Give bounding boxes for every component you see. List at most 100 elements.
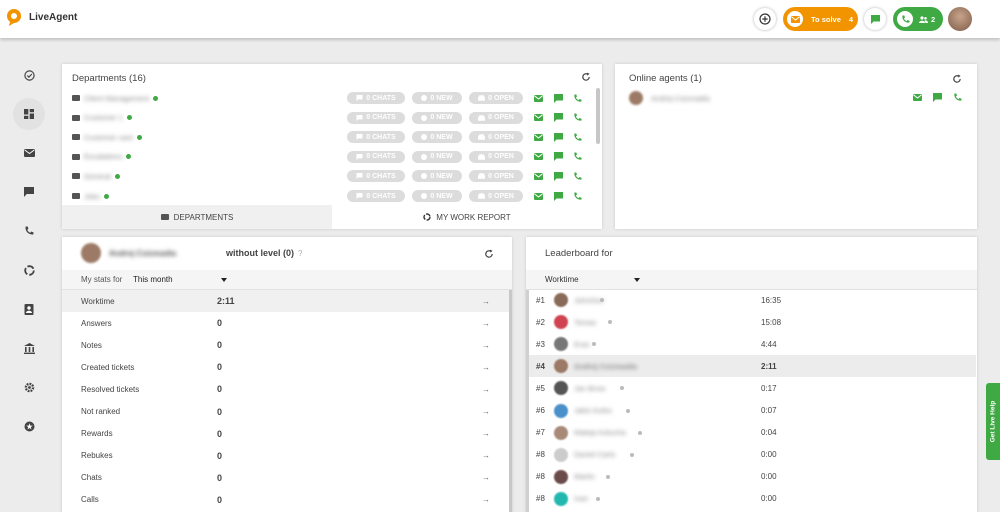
leaderboard-row[interactable]: #8 Daniel Carlo 0:00	[526, 444, 976, 466]
stat-row[interactable]: Created tickets 0 →	[62, 356, 509, 378]
phone-icon[interactable]	[573, 192, 582, 201]
leaderboard-row[interactable]: #4 Andrej Csizmadia 2:11	[526, 355, 976, 378]
status-dot	[626, 408, 630, 413]
departments-scrollbar[interactable]	[596, 88, 600, 144]
arrow-right-icon[interactable]: →	[482, 429, 490, 438]
leaderboard-row[interactable]: #8 Martin 0:00	[526, 466, 976, 488]
stat-row[interactable]: Worktime 2:11 →	[62, 290, 509, 312]
arrow-right-icon[interactable]: →	[482, 473, 490, 482]
arrow-right-icon[interactable]: →	[482, 341, 490, 350]
sidebar-item-contacts[interactable]	[13, 293, 45, 325]
stat-row[interactable]: Not ranked 0 →	[62, 401, 509, 423]
sidebar-item-dashboard[interactable]	[13, 98, 45, 130]
sidebar-item-tickets[interactable]	[13, 137, 45, 169]
phone-icon[interactable]	[573, 113, 582, 122]
chat-icon[interactable]	[554, 171, 563, 181]
phone-icon[interactable]	[573, 172, 582, 181]
refresh-icon[interactable]	[952, 74, 962, 84]
mail-icon[interactable]	[534, 114, 543, 122]
phone-icon[interactable]	[573, 94, 582, 103]
mail-icon[interactable]	[534, 94, 543, 102]
leaderboard-row[interactable]: #8 Ivan 0:00	[526, 488, 976, 510]
phone-icon[interactable]	[573, 152, 582, 161]
leaderboard-scrollbar[interactable]	[526, 290, 529, 512]
arrow-right-icon[interactable]: →	[482, 319, 490, 328]
new-pill[interactable]: 0 NEW	[412, 92, 462, 104]
sidebar-item-reports[interactable]	[13, 254, 45, 286]
leaderboard-row[interactable]: #5 Jan Brow 0:17	[526, 377, 976, 399]
mail-icon[interactable]	[534, 133, 543, 141]
chat-icon[interactable]	[554, 191, 563, 201]
tab-my-work-report[interactable]: MY WORK REPORT	[332, 205, 602, 229]
new-pill[interactable]: 0 NEW	[412, 111, 462, 124]
leaderboard-row[interactable]: #3 Eran 4:44	[526, 333, 976, 355]
sidebar-item-status[interactable]	[13, 59, 45, 91]
leaderboard-row[interactable]: #1 JohnDoe 16:35	[526, 289, 976, 311]
chat-icon[interactable]	[933, 93, 942, 102]
level-help-icon[interactable]: ?	[298, 249, 302, 258]
new-item-button[interactable]	[754, 8, 776, 30]
chats-pill[interactable]: 0 CHATS	[347, 92, 405, 104]
arrow-right-icon[interactable]: →	[482, 385, 490, 394]
new-pill[interactable]: 0 NEW	[412, 150, 462, 163]
stat-row[interactable]: Answers 0 →	[62, 312, 509, 334]
refresh-icon[interactable]	[581, 72, 591, 82]
new-pill[interactable]: 0 NEW	[412, 170, 462, 183]
open-pill[interactable]: 0 OPEN	[469, 170, 523, 183]
open-pill[interactable]: 0 OPEN	[469, 150, 523, 163]
chats-pill[interactable]: 0 CHATS	[347, 150, 405, 163]
open-pill[interactable]: 0 OPEN	[469, 131, 523, 144]
sidebar-item-chats[interactable]	[13, 176, 45, 208]
phone-icon[interactable]	[953, 93, 962, 102]
stat-row[interactable]: Chats 0 →	[62, 467, 509, 489]
stat-row[interactable]: Rewards 0 →	[62, 423, 509, 445]
chat-icon[interactable]	[554, 152, 563, 162]
period-select[interactable]: This month	[132, 274, 232, 286]
arrow-right-icon[interactable]: →	[482, 495, 490, 504]
arrow-right-icon[interactable]: →	[482, 407, 490, 416]
stat-row[interactable]: Notes 0 →	[62, 334, 509, 356]
chats-pill[interactable]: 0 CHATS	[347, 190, 405, 202]
to-solve-button[interactable]: To solve 4	[783, 7, 858, 31]
get-live-help-button[interactable]: Get Live Help	[986, 383, 1000, 460]
sidebar-item-plugins[interactable]	[13, 410, 45, 442]
leaderboard-row[interactable]: #2 Tomas 15:08	[526, 311, 976, 333]
open-pill[interactable]: 0 OPEN	[469, 111, 523, 124]
chat-status-button[interactable]	[864, 8, 886, 30]
mail-icon[interactable]	[913, 94, 922, 101]
tab-departments[interactable]: DEPARTMENTS	[62, 205, 332, 229]
arrow-right-icon[interactable]: →	[482, 451, 490, 460]
user-avatar[interactable]	[948, 7, 972, 31]
chats-count: 0 CHATS	[366, 153, 396, 161]
refresh-icon[interactable]	[484, 249, 494, 259]
new-pill[interactable]: 0 NEW	[412, 131, 462, 144]
metric-select[interactable]: Worktime	[545, 274, 645, 286]
logo[interactable]: LiveAgent	[6, 8, 77, 26]
call-status-button[interactable]: 2	[893, 7, 943, 31]
leaderboard-row[interactable]: #6 Jakis Kolos 0:07	[526, 400, 976, 422]
stats-scrollbar[interactable]	[509, 290, 512, 512]
chat-icon[interactable]	[554, 113, 563, 123]
mail-icon[interactable]	[534, 192, 543, 200]
phone-icon[interactable]	[573, 133, 582, 142]
arrow-right-icon[interactable]: →	[482, 363, 490, 372]
sidebar-item-calls[interactable]	[13, 215, 45, 247]
mail-icon[interactable]	[534, 172, 543, 180]
leaderboard-row[interactable]: #7 Mateja Kolucha 0:04	[526, 422, 976, 444]
sidebar-item-knowledgebase[interactable]	[13, 332, 45, 364]
sidebar-item-configuration[interactable]	[13, 371, 45, 403]
chats-pill[interactable]: 0 CHATS	[347, 170, 405, 183]
stat-row[interactable]: Resolved tickets 0 →	[62, 378, 509, 400]
arrow-right-icon[interactable]: →	[482, 297, 490, 306]
stat-row[interactable]: Calls 0 →	[62, 489, 509, 511]
chat-icon[interactable]	[554, 132, 563, 142]
chat-icon[interactable]	[554, 93, 563, 103]
open-pill[interactable]: 0 OPEN	[469, 190, 523, 202]
chats-pill[interactable]: 0 CHATS	[347, 131, 405, 144]
new-pill[interactable]: 0 NEW	[412, 190, 462, 202]
chats-pill[interactable]: 0 CHATS	[347, 111, 405, 124]
my-agent-name: Andrej Csizmadia	[109, 249, 177, 258]
open-pill[interactable]: 0 OPEN	[469, 92, 523, 104]
stat-row[interactable]: Rebukes 0 →	[62, 445, 509, 467]
mail-icon[interactable]	[534, 153, 543, 161]
